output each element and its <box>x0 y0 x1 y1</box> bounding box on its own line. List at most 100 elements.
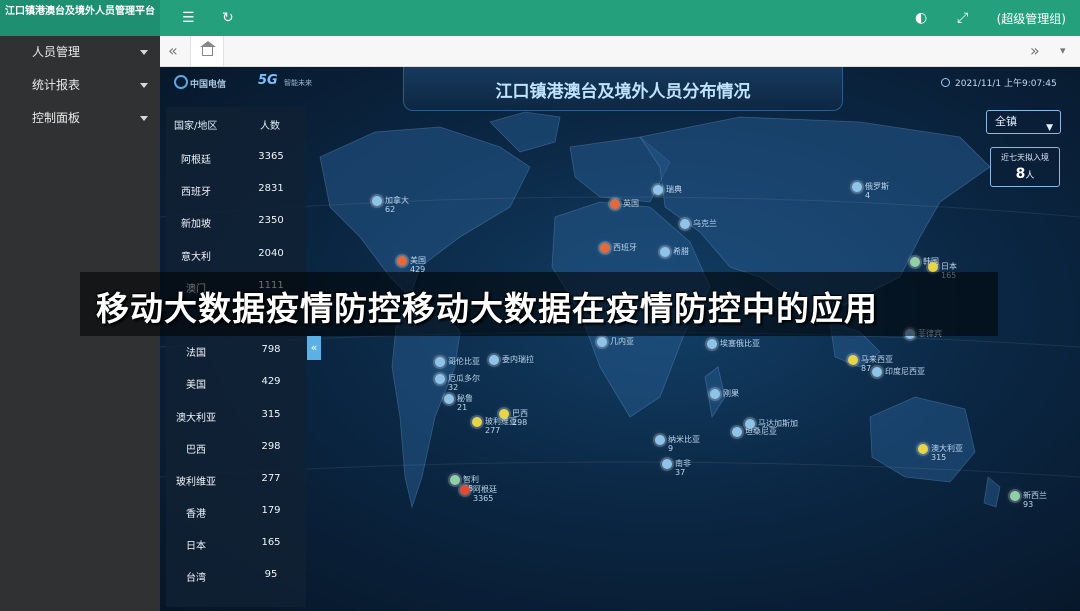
sidebar-item-reports[interactable]: 统计报表 <box>0 69 160 102</box>
dashboard-title: 江口镇港澳台及境外人员分布情况 <box>495 82 751 102</box>
marker-dot <box>852 182 862 192</box>
menu-toggle-icon[interactable]: ☰ <box>182 10 195 26</box>
app-brand: 江口镇港澳台及境外人员管理平台 <box>0 0 160 36</box>
stat-label: 近七天拟入境 <box>1001 153 1049 162</box>
table-row[interactable]: 日本 165 <box>166 527 306 559</box>
map-marker[interactable]: 哥伦比亚 <box>435 357 480 367</box>
map-marker[interactable]: 加拿大 62 <box>372 196 409 214</box>
table-header-country: 国家/地区 <box>174 121 218 132</box>
marker-dot <box>662 459 672 469</box>
marker-dot <box>1010 491 1020 501</box>
tab-home[interactable] <box>190 36 224 66</box>
marker-dot <box>655 435 665 445</box>
marker-dot <box>444 394 454 404</box>
chevron-down-icon: ▼ <box>1046 123 1053 133</box>
marker-dot <box>872 367 882 377</box>
sidebar-item-personnel[interactable]: 人员管理 <box>0 36 160 69</box>
marker-dot <box>472 417 482 427</box>
town-select-value: 全镇 <box>995 115 1017 128</box>
map-marker[interactable]: 埃塞俄比亚 <box>707 339 760 349</box>
marker-dot <box>707 339 717 349</box>
table-row[interactable]: 巴西 298 <box>166 431 306 463</box>
table-row[interactable]: 澳大利亚 315 <box>166 399 306 431</box>
marker-dot <box>928 262 938 272</box>
table-row[interactable]: 香港 179 <box>166 495 306 527</box>
table-row[interactable]: 法国 798 <box>166 334 306 366</box>
chevron-down-icon <box>140 50 148 55</box>
marker-dot <box>450 475 460 485</box>
chevron-down-icon <box>140 116 148 121</box>
map-marker[interactable]: 马达加斯加 <box>745 419 798 429</box>
tab-next-button[interactable]: » <box>1030 41 1040 60</box>
sidebar-item-label: 人员管理 <box>32 45 81 59</box>
marker-dot <box>918 444 928 454</box>
telecom-logo-icon <box>174 75 188 89</box>
map-marker[interactable]: 俄罗斯 4 <box>852 182 889 200</box>
table-row[interactable]: 意大利 2040 <box>166 238 306 270</box>
top-bar: ☰ ↻ ◐ ⤢ (超级管理组) <box>160 0 1080 36</box>
refresh-icon[interactable]: ↻ <box>222 10 234 26</box>
map-marker[interactable]: 希腊 <box>660 247 689 257</box>
map-marker[interactable]: 新西兰 93 <box>1010 491 1047 509</box>
sidebar-item-label: 统计报表 <box>32 78 81 92</box>
table-header-count: 人数 <box>260 121 280 132</box>
map-marker[interactable]: 阿根廷 3365 <box>460 485 497 503</box>
tab-dropdown-icon[interactable]: ▾ <box>1060 44 1066 57</box>
table-row[interactable]: 新加坡 2350 <box>166 205 306 237</box>
marker-dot <box>745 419 755 429</box>
marker-dot <box>372 196 382 206</box>
marker-dot <box>710 389 720 399</box>
map-marker[interactable]: 西班牙 <box>600 243 637 253</box>
map-marker[interactable]: 委内瑞拉 <box>489 355 534 365</box>
marker-dot <box>597 337 607 347</box>
map-marker[interactable]: 南非 37 <box>662 459 691 477</box>
country-table: 国家/地区 人数 阿根廷 3365 西班牙 2831 新加坡 2350 意大利 2040… <box>166 107 306 607</box>
5g-logo-subtitle: 智能未来 <box>284 79 312 87</box>
marker-dot <box>910 257 920 267</box>
marker-dot <box>460 485 470 495</box>
5g-logo: 5G <box>258 73 278 88</box>
table-row[interactable]: 美国 429 <box>166 366 306 398</box>
sidebar-item-label: 控制面板 <box>32 111 81 125</box>
tab-prev-button[interactable]: « <box>168 41 178 60</box>
incoming-stat-card: 近七天拟入境 8人 <box>990 147 1060 187</box>
marker-dot <box>435 374 445 384</box>
map-marker[interactable]: 纳米比亚 9 <box>655 435 700 453</box>
theme-icon[interactable]: ◐ <box>915 10 927 26</box>
user-menu[interactable]: (超级管理组) <box>997 10 1066 27</box>
map-marker[interactable]: 瑞典 <box>653 185 682 195</box>
marker-dot <box>848 355 858 365</box>
town-select[interactable]: 全镇 ▼ <box>986 110 1061 134</box>
stat-unit: 人 <box>1025 171 1035 181</box>
chevron-down-icon <box>140 83 148 88</box>
marker-dot <box>489 355 499 365</box>
map-marker[interactable]: 刚果 <box>710 389 739 399</box>
marker-dot <box>680 219 690 229</box>
map-marker[interactable]: 厄瓜多尔 32 <box>435 374 480 392</box>
sidebar-item-control-panel[interactable]: 控制面板 <box>0 102 160 135</box>
map-marker[interactable]: 印度尼西亚 <box>872 367 925 377</box>
marker-dot <box>653 185 663 195</box>
table-row[interactable]: 阿根廷 3365 <box>166 141 306 173</box>
fullscreen-icon[interactable]: ⤢ <box>957 10 968 26</box>
marker-dot <box>397 256 407 266</box>
headline-text: 移动大数据疫情防控移动大数据在疫情防控中的应用 <box>96 289 878 328</box>
map-marker[interactable]: 乌克兰 <box>680 219 717 229</box>
marker-dot <box>610 199 620 209</box>
map-marker[interactable]: 秘鲁 21 <box>444 394 473 412</box>
map-marker[interactable]: 几内亚 <box>597 337 634 347</box>
map-marker[interactable]: 英国 <box>610 199 639 209</box>
collapse-panel-button[interactable]: « <box>307 336 321 360</box>
clock-icon <box>941 78 950 87</box>
marker-dot <box>660 247 670 257</box>
table-row[interactable]: 西班牙 2831 <box>166 173 306 205</box>
stat-value: 8 <box>1015 166 1026 182</box>
table-row[interactable]: 台湾 95 <box>166 559 306 591</box>
tab-bar: « » ▾ <box>160 36 1080 67</box>
datetime: 2021/11/1 上午9:07:45 <box>955 79 1057 89</box>
map-marker[interactable]: 澳大利亚 315 <box>918 444 963 462</box>
marker-dot <box>600 243 610 253</box>
marker-dot <box>435 357 445 367</box>
map-marker[interactable]: 玻利维亚 277 <box>472 417 517 435</box>
table-row[interactable]: 玻利维亚 277 <box>166 463 306 495</box>
